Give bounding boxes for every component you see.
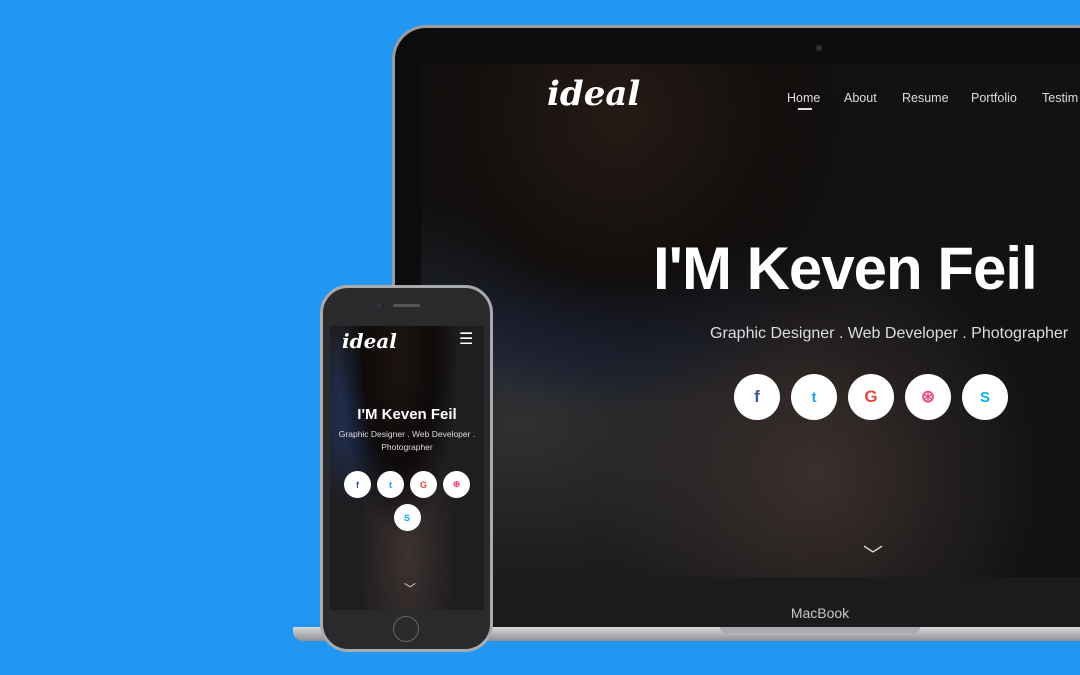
- laptop-notch: [720, 627, 920, 633]
- mobile-subtitle-line2: Photographer: [381, 442, 433, 452]
- facebook-icon[interactable]: f: [344, 471, 371, 498]
- mobile-subtitle-line1: Graphic Designer . Web Developer .: [338, 429, 476, 439]
- mobile-social-links: f t G ⊛ S: [343, 471, 471, 531]
- laptop-chin: [421, 577, 1080, 627]
- nav-portfolio[interactable]: Portfolio: [971, 91, 1017, 105]
- mobile-hero-title: I'M Keven Feil: [357, 406, 457, 423]
- active-nav-underline: [798, 108, 812, 110]
- nav-home[interactable]: Home: [787, 91, 820, 105]
- google-icon[interactable]: G: [848, 374, 894, 420]
- nav-about[interactable]: About: [844, 91, 877, 105]
- phone-camera: [377, 304, 381, 308]
- site-logo[interactable]: ideal: [547, 74, 640, 114]
- scroll-down-icon[interactable]: ﹀: [863, 544, 883, 566]
- hero-title: I'M Keven Feil: [653, 235, 1038, 302]
- google-icon[interactable]: G: [410, 471, 437, 498]
- mobile-scroll-down-icon[interactable]: ﹀: [404, 582, 416, 596]
- dribbble-icon[interactable]: ⊛: [443, 471, 470, 498]
- mobile-logo[interactable]: ideal: [342, 329, 397, 353]
- hero-subtitle: Graphic Designer . Web Developer . Photo…: [710, 325, 1069, 342]
- nav-testimonials[interactable]: Testim: [1042, 91, 1078, 105]
- hamburger-menu-icon[interactable]: ☰: [459, 330, 473, 348]
- phone-speaker: [393, 304, 420, 307]
- facebook-icon[interactable]: f: [734, 374, 780, 420]
- nav-resume[interactable]: Resume: [902, 91, 949, 105]
- twitter-icon[interactable]: t: [377, 471, 404, 498]
- skype-icon[interactable]: S: [962, 374, 1008, 420]
- skype-icon[interactable]: S: [393, 504, 421, 531]
- phone-screen: ideal ☰ I'M Keven Feil Graphic Designer …: [330, 326, 484, 610]
- twitter-icon[interactable]: t: [791, 374, 837, 420]
- dribbble-icon[interactable]: ⊛: [905, 374, 951, 420]
- social-links: f t G ⊛ S: [734, 374, 1008, 420]
- laptop-screen: ideal Home About Resume Portfolio Testim…: [421, 64, 1080, 577]
- laptop-brand-label: MacBook: [790, 605, 850, 621]
- phone-home-button: [393, 616, 419, 642]
- webcam: [816, 45, 822, 51]
